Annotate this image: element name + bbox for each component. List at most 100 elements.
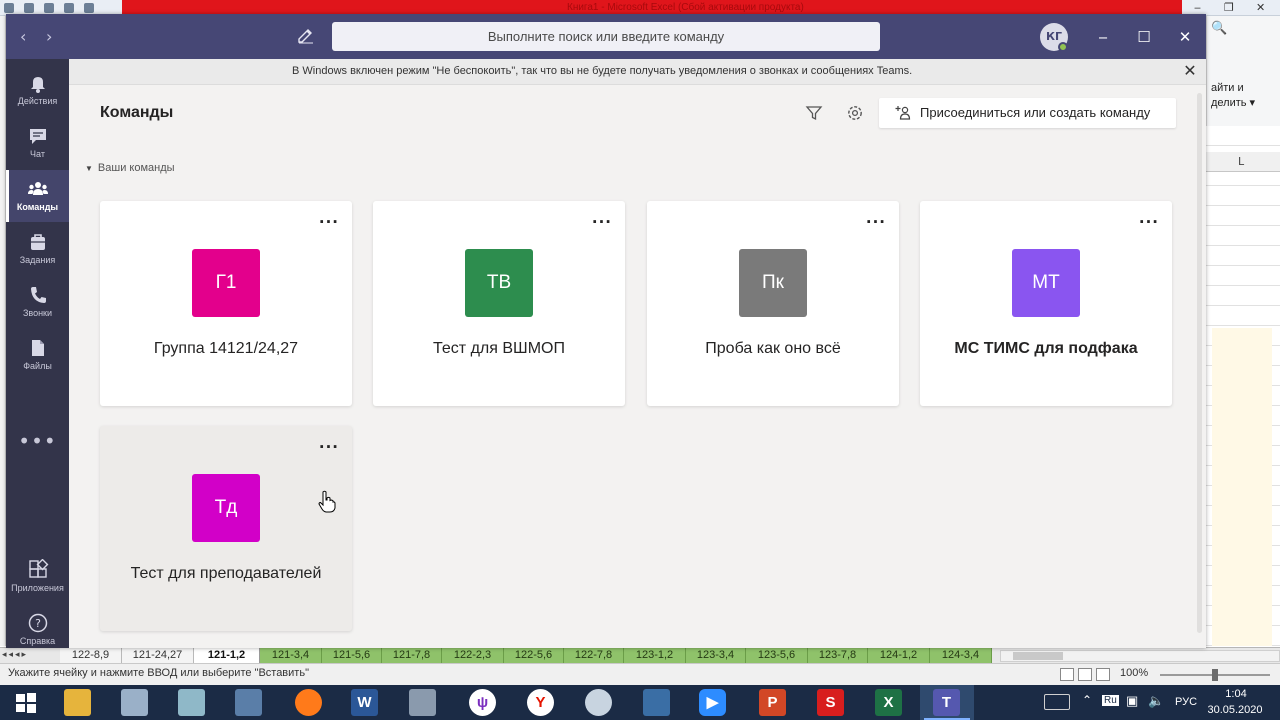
rail-item-apps[interactable]: Приложения	[6, 551, 69, 603]
rail-item-assignments[interactable]: Задания	[6, 223, 69, 275]
teams-main: Команды Присоединиться или создать коман…	[69, 85, 1206, 648]
sheet-tab[interactable]: 122-8,9	[60, 648, 122, 663]
sheet-tab[interactable]: 123-5,6	[746, 648, 808, 663]
rail-item-activity[interactable]: Действия	[6, 64, 69, 116]
sheet-tab[interactable]: 123-3,4	[686, 648, 746, 663]
rail-item-teams[interactable]: Команды	[6, 170, 69, 222]
gear-icon[interactable]	[845, 103, 865, 123]
join-or-create-team-button[interactable]: Присоединиться или создать команду	[879, 98, 1176, 128]
rail-label: Приложения	[11, 583, 64, 593]
column-header[interactable]: L	[1206, 152, 1280, 172]
sheet-tab[interactable]: 123-1,2	[624, 648, 686, 663]
taskbar-explorer[interactable]	[51, 685, 105, 720]
rail-item-chat[interactable]: Чат	[6, 117, 69, 169]
network-tray-icon[interactable]: ▣	[1126, 693, 1138, 709]
sheet-tab[interactable]: 124-1,2	[868, 648, 930, 663]
zoom-slider-knob[interactable]	[1212, 669, 1218, 681]
back-arrow-icon[interactable]: ‹	[20, 27, 26, 46]
sheet-tab[interactable]: 121-3,4	[260, 648, 322, 663]
taskbar-paint[interactable]	[572, 685, 626, 720]
volume-icon[interactable]: 🔈	[1148, 693, 1164, 709]
team-name: Тест для преподавателей	[130, 565, 322, 582]
taskbar-network[interactable]	[630, 685, 684, 720]
sheet-tab[interactable]: 124-3,4	[930, 648, 992, 663]
zoom-level[interactable]: 100%	[1120, 667, 1148, 679]
sheet-tab[interactable]: 121-24,27	[122, 648, 194, 663]
team-card[interactable]: ··· Тд Тест для преподавателей	[100, 426, 352, 631]
sheet-tab-active[interactable]: 121-1,2	[194, 648, 260, 663]
taskbar-calculator[interactable]	[396, 685, 450, 720]
normal-view-icon[interactable]	[1060, 668, 1074, 681]
banner-close-icon[interactable]: ✕	[1181, 62, 1199, 80]
team-card[interactable]: ··· Г1 Группа 14121/24,27	[100, 201, 352, 406]
page-layout-view-icon[interactable]	[1078, 668, 1092, 681]
close-icon[interactable]: ✕	[1256, 1, 1265, 14]
taskbar-zoom[interactable]: ▶	[686, 685, 740, 720]
rail-item-help[interactable]: ? Справка	[6, 604, 69, 648]
presence-available-icon	[1058, 42, 1068, 52]
rail-item-files[interactable]: Файлы	[6, 329, 69, 381]
forward-arrow-icon[interactable]: ›	[46, 27, 52, 46]
maximize-button[interactable]: ☐	[1131, 24, 1157, 50]
ime-indicator[interactable]: Ru	[1102, 695, 1119, 706]
sheet-tab[interactable]: 121-7,8	[382, 648, 442, 663]
start-button[interactable]	[0, 685, 54, 720]
rail-item-calls[interactable]: Звонки	[6, 276, 69, 328]
more-options-icon[interactable]: ···	[319, 213, 339, 231]
scrollbar-thumb[interactable]	[1013, 652, 1063, 660]
taskbar-computer[interactable]	[108, 685, 162, 720]
search-input[interactable]: Выполните поиск или введите команду	[332, 22, 880, 51]
taskbar-notes[interactable]	[165, 685, 219, 720]
clock-time[interactable]: 1:04	[1210, 688, 1262, 700]
zoom-slider[interactable]	[1160, 669, 1270, 681]
sheet-nav-arrows[interactable]: ◂◂◂▸	[2, 649, 28, 660]
hand-cursor-icon	[318, 490, 336, 514]
excel-icon: X	[875, 689, 902, 716]
minimize-icon[interactable]: ‒	[1194, 1, 1201, 14]
sheet-tab[interactable]: 122-5,6	[504, 648, 564, 663]
scrollbar-thumb[interactable]	[1197, 93, 1202, 633]
taskbar-firefox[interactable]	[282, 685, 336, 720]
sheet-tab[interactable]: 122-2,3	[442, 648, 504, 663]
sheet-tab[interactable]: 121-5,6	[322, 648, 382, 663]
view-buttons[interactable]	[1060, 668, 1114, 682]
taskbar-excel[interactable]: X	[862, 685, 916, 720]
restore-icon[interactable]: ❐	[1224, 1, 1234, 14]
more-options-icon[interactable]: ···	[866, 213, 886, 231]
sheet-tab[interactable]: 123-7,8	[808, 648, 868, 663]
highlighted-cells	[1212, 328, 1272, 646]
clock-date[interactable]: 30.05.2020	[1204, 704, 1266, 716]
close-button[interactable]: ✕	[1172, 24, 1198, 50]
find-icon[interactable]: 🔍	[1211, 20, 1227, 36]
page-break-view-icon[interactable]	[1096, 668, 1110, 681]
minimize-button[interactable]: ‒	[1090, 24, 1116, 50]
filter-icon[interactable]	[805, 104, 823, 122]
taskbar-s-app[interactable]: S	[804, 685, 858, 720]
more-options-icon[interactable]: ···	[1139, 213, 1159, 231]
more-options-icon[interactable]: ···	[592, 213, 612, 231]
vertical-scrollbar[interactable]	[1194, 85, 1206, 648]
team-name: Тест для ВШМОП	[433, 340, 565, 357]
taskbar-usb[interactable]: ψ	[456, 685, 510, 720]
more-options-icon[interactable]: ···	[319, 438, 339, 456]
team-card[interactable]: ··· ТВ Тест для ВШМОП	[373, 201, 625, 406]
taskbar-yandex[interactable]: Y	[514, 685, 568, 720]
sheet-tab[interactable]: 122-7,8	[564, 648, 624, 663]
team-card[interactable]: ··· МТ МС ТИМС для подфака	[920, 201, 1172, 406]
compose-icon[interactable]	[296, 26, 316, 46]
language-indicator[interactable]: РУС	[1175, 696, 1197, 708]
keyboard-icon[interactable]	[1044, 694, 1070, 710]
team-card[interactable]: ··· Пк Проба как оно всё	[647, 201, 899, 406]
taskbar-monitor[interactable]	[222, 685, 276, 720]
taskbar-word[interactable]: W	[338, 685, 392, 720]
team-avatar: Тд	[192, 474, 260, 542]
taskbar-powerpoint[interactable]: P	[746, 685, 800, 720]
powerpoint-icon: P	[759, 689, 786, 716]
horizontal-scrollbar[interactable]	[1000, 650, 1280, 662]
your-teams-section[interactable]: ▼ Ваши команды	[85, 162, 175, 174]
more-apps-icon[interactable]: •••	[6, 431, 69, 461]
show-hidden-icons-chevron-icon[interactable]: ⌃	[1082, 693, 1092, 707]
paint-icon	[585, 689, 612, 716]
taskbar-teams[interactable]: T	[920, 685, 974, 720]
teams-app-icon: T	[933, 689, 960, 716]
